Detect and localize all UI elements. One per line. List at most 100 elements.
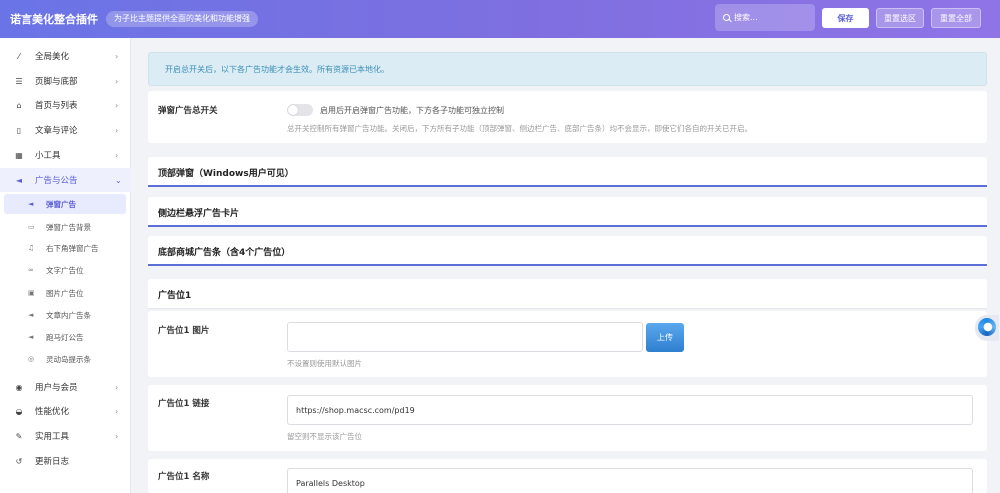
section-top-popup[interactable]: 顶部弹窗（Windows用户可见） bbox=[148, 157, 987, 187]
sidebar-item-label: 全局美化 bbox=[35, 52, 70, 62]
chevron-right-icon: › bbox=[115, 125, 119, 135]
slot1-name-input[interactable]: Parallels Desktop bbox=[287, 468, 973, 493]
link-icon: ∞ bbox=[28, 266, 34, 274]
search-placeholder: 搜索... bbox=[734, 13, 758, 22]
sidebar-subitem-label: 文字广告位 bbox=[46, 265, 84, 275]
gauge-icon: ◒ bbox=[15, 406, 23, 416]
info-notice: 开启总开关后，以下各广告功能才会生效。所有资源已本地化。 bbox=[148, 52, 987, 86]
save-button[interactable]: 保存 bbox=[822, 8, 869, 28]
circle-icon: ◎ bbox=[28, 355, 35, 363]
slot1-link-input[interactable]: https://shop.macsc.com/pd19 bbox=[287, 395, 973, 425]
search-input[interactable]: 搜索... bbox=[715, 4, 815, 31]
sidebar-subitem-marquee[interactable]: ◄ 跑马灯公告 bbox=[4, 327, 126, 347]
chevron-right-icon: › bbox=[115, 100, 119, 110]
sidebar-item-label: 文章与评论 bbox=[35, 126, 78, 136]
master-switch-description: 总开关控制所有弹窗广告功能。关闭后，下方所有子功能（顶部弹窗、侧边栏广告、底部广… bbox=[287, 124, 752, 133]
upload-button[interactable]: 上传 bbox=[646, 323, 684, 352]
chevron-right-icon: › bbox=[115, 76, 119, 86]
history-icon: ↺ bbox=[15, 456, 23, 466]
slot1-link-hint: 留空则不显示该广告位 bbox=[287, 432, 362, 441]
sidebar-item-users[interactable]: ◉ 用户与会员 › bbox=[0, 375, 131, 399]
sidebar-subitem-label: 跑马灯公告 bbox=[46, 332, 84, 342]
sidebar-item-label: 页脚与底部 bbox=[35, 77, 78, 87]
section-title: 底部商城广告条（含4个广告位） bbox=[158, 248, 291, 258]
section-title: 侧边栏悬浮广告卡片 bbox=[158, 209, 240, 219]
chevron-right-icon: › bbox=[115, 431, 119, 441]
floating-assistant-icon[interactable] bbox=[975, 315, 999, 341]
sidebar-item-performance[interactable]: ◒ 性能优化 › bbox=[0, 399, 131, 423]
megaphone-icon: ◄ bbox=[28, 311, 34, 319]
user-icon: ◉ bbox=[15, 382, 23, 392]
sidebar-item-widgets[interactable]: ▦ 小工具 › bbox=[0, 143, 131, 167]
sidebar-subitem-dynamic-island[interactable]: ◎ 灵动岛提示条 bbox=[4, 349, 126, 369]
sidebar-item-articles[interactable]: ▯ 文章与评论 › bbox=[0, 118, 131, 142]
sidebar-subitem-popup-ad[interactable]: ◄ 弹窗广告 bbox=[4, 194, 126, 214]
section-sidebar-card[interactable]: 侧边栏悬浮广告卡片 bbox=[148, 197, 987, 227]
sidebar-subitem-label: 灵动岛提示条 bbox=[46, 354, 91, 364]
sidebar-item-label: 实用工具 bbox=[35, 432, 70, 442]
sidebar-item-home-list[interactable]: ⌂ 首页与列表 › bbox=[0, 93, 131, 117]
home-icon: ⌂ bbox=[16, 100, 22, 110]
sidebar-item-label: 更新日志 bbox=[35, 457, 70, 467]
sidebar-subitem-label: 弹窗广告背景 bbox=[46, 222, 91, 232]
sidebar-subitem-label: 图片广告位 bbox=[46, 288, 84, 298]
slot1-image-label: 广告位1 图片 bbox=[158, 326, 210, 336]
sidebar-item-label: 首页与列表 bbox=[35, 101, 78, 111]
slot1-image-input[interactable] bbox=[287, 322, 643, 352]
sidebar-subitem-label: 文章内广告条 bbox=[46, 310, 91, 320]
megaphone-icon: ◄ bbox=[28, 200, 34, 208]
slot1-name-row: 广告位1 名称 Parallels Desktop bbox=[148, 459, 987, 493]
wand-icon: ⁄ bbox=[18, 51, 20, 61]
chevron-right-icon: › bbox=[115, 382, 119, 392]
master-switch-toggle-text: 启用后开启弹窗广告功能，下方各子功能可独立控制 bbox=[320, 106, 504, 115]
sidebar-item-label: 用户与会员 bbox=[35, 383, 78, 393]
sidebar: ⁄ 全局美化 › ☰ 页脚与底部 › ⌂ 首页与列表 › ▯ 文章与评论 › ▦… bbox=[0, 38, 131, 493]
reset-section-button[interactable]: 重置选区 bbox=[876, 8, 924, 28]
sidebar-subitem-label: 右下角弹窗广告 bbox=[46, 243, 99, 253]
wrench-icon: ✎ bbox=[15, 431, 23, 441]
chevron-down-icon: ⌄ bbox=[115, 175, 122, 185]
section-title: 顶部弹窗（Windows用户可见） bbox=[158, 169, 294, 179]
master-switch-label: 弹窗广告总开关 bbox=[158, 106, 218, 116]
megaphone-icon: ◄ bbox=[15, 175, 23, 185]
document-icon: ▯ bbox=[16, 125, 22, 135]
reset-all-button[interactable]: 重置全部 bbox=[931, 8, 981, 28]
sidebar-subitem-text-ad[interactable]: ∞ 文字广告位 bbox=[4, 260, 126, 280]
image-icon: ▣ bbox=[28, 289, 35, 297]
sidebar-item-global-beautify[interactable]: ⁄ 全局美化 › bbox=[0, 44, 131, 68]
sidebar-subitem-article-ad[interactable]: ◄ 文章内广告条 bbox=[4, 305, 126, 325]
top-header: 诺言美化整合插件 为子比主题提供全面的美化和功能增强 搜索... 保存 重置选区… bbox=[0, 0, 1000, 38]
sidebar-item-label: 广告与公告 bbox=[35, 176, 78, 186]
master-switch-toggle[interactable] bbox=[287, 104, 313, 116]
sidebar-item-label: 性能优化 bbox=[35, 407, 70, 417]
slot1-image-hint: 不设置则使用默认图片 bbox=[287, 359, 362, 368]
search-icon bbox=[723, 14, 730, 21]
grid-icon: ▦ bbox=[15, 150, 23, 160]
plugin-tagline: 为子比主题提供全面的美化和功能增强 bbox=[106, 11, 258, 27]
sidebar-subitem-popup-bg[interactable]: ▭ 弹窗广告背景 bbox=[4, 217, 126, 237]
sidebar-item-changelog[interactable]: ↺ 更新日志 bbox=[0, 449, 131, 473]
chevron-right-icon: › bbox=[115, 406, 119, 416]
section-title: 广告位1 bbox=[158, 291, 192, 301]
megaphone-icon: ◄ bbox=[28, 333, 34, 341]
slot1-image-row: 广告位1 图片 上传 不设置则使用默认图片 bbox=[148, 311, 987, 377]
bell-icon: ♫ bbox=[28, 244, 35, 252]
sidebar-item-footer[interactable]: ☰ 页脚与底部 › bbox=[0, 69, 131, 93]
section-bottom-bar[interactable]: 底部商城广告条（含4个广告位） bbox=[148, 236, 987, 266]
sidebar-item-ads[interactable]: ◄ 广告与公告 ⌄ bbox=[0, 168, 131, 192]
sidebar-subitem-image-ad[interactable]: ▣ 图片广告位 bbox=[4, 283, 126, 303]
sidebar-subitem-label: 弹窗广告 bbox=[46, 199, 76, 209]
sidebar-subitem-corner-popup[interactable]: ♫ 右下角弹窗广告 bbox=[4, 238, 126, 258]
window-icon: ▭ bbox=[28, 223, 35, 231]
slot1-name-label: 广告位1 名称 bbox=[158, 472, 210, 482]
section-slot1: 广告位1 bbox=[148, 279, 987, 309]
slot1-link-label: 广告位1 链接 bbox=[158, 399, 210, 409]
master-switch-card: 弹窗广告总开关 启用后开启弹窗广告功能，下方各子功能可独立控制 总开关控制所有弹… bbox=[148, 91, 987, 143]
sidebar-item-label: 小工具 bbox=[35, 151, 61, 161]
chevron-right-icon: › bbox=[115, 150, 119, 160]
slot1-link-row: 广告位1 链接 https://shop.macsc.com/pd19 留空则不… bbox=[148, 385, 987, 451]
sidebar-item-tools[interactable]: ✎ 实用工具 › bbox=[0, 424, 131, 448]
chevron-right-icon: › bbox=[115, 51, 119, 61]
bars-icon: ☰ bbox=[15, 76, 23, 86]
plugin-title: 诺言美化整合插件 bbox=[10, 13, 98, 26]
